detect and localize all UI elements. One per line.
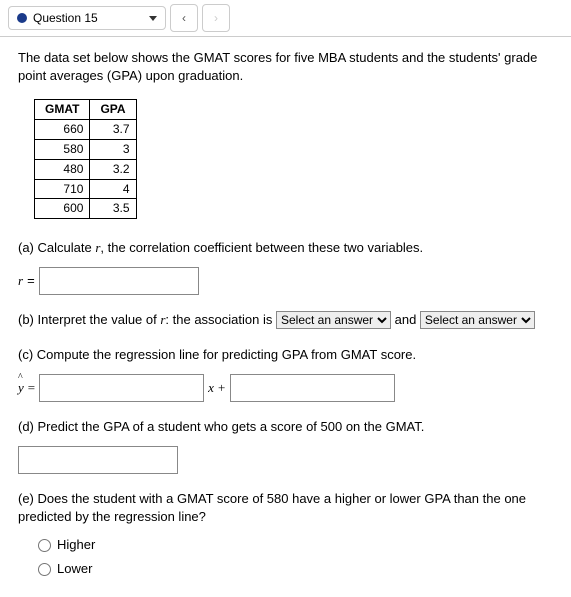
table-row: 6003.5 xyxy=(35,199,137,219)
radio-row: Lower xyxy=(38,560,553,578)
radio-lower[interactable] xyxy=(38,563,51,576)
table-header: GPA xyxy=(90,100,136,120)
part-d-answer-row xyxy=(18,446,553,474)
part-e-options: Higher Lower xyxy=(38,536,553,578)
part-a-answer-row: r = xyxy=(18,267,553,295)
question-intro: The data set below shows the GMAT scores… xyxy=(18,49,553,85)
prev-question-button[interactable]: ‹ xyxy=(170,4,198,32)
x-plus: x + xyxy=(208,379,226,397)
radio-higher[interactable] xyxy=(38,539,51,552)
data-table: GMAT GPA 6603.7 5803 4803.2 7104 6003.5 xyxy=(34,99,137,219)
table-row: 6603.7 xyxy=(35,120,137,140)
intercept-input[interactable] xyxy=(230,374,395,402)
var-yhat: ^ y xyxy=(18,379,24,397)
top-bar: Question 15 ‹ › xyxy=(0,0,571,37)
prediction-input[interactable] xyxy=(18,446,178,474)
part-e: (e) Does the student with a GMAT score o… xyxy=(18,490,553,526)
table-row: 7104 xyxy=(35,179,137,199)
var-r: r xyxy=(18,272,23,290)
chevron-left-icon: ‹ xyxy=(182,11,186,25)
slope-input[interactable] xyxy=(39,374,204,402)
question-dropdown[interactable]: Question 15 xyxy=(8,6,166,30)
next-question-button[interactable]: › xyxy=(202,4,230,32)
part-d: (d) Predict the GPA of a student who get… xyxy=(18,418,553,436)
table-row: 5803 xyxy=(35,139,137,159)
question-label: Question 15 xyxy=(33,11,98,25)
chevron-right-icon: › xyxy=(214,11,218,25)
status-dot-icon xyxy=(17,13,27,23)
table-header: GMAT xyxy=(35,100,90,120)
association-strength-select[interactable]: Select an answer xyxy=(276,311,391,329)
part-a: (a) Calculate r, the correlation coeffic… xyxy=(18,239,553,257)
radio-label: Lower xyxy=(57,560,92,578)
association-direction-select[interactable]: Select an answer xyxy=(420,311,535,329)
part-b: (b) Interpret the value of r: the associ… xyxy=(18,311,553,329)
table-row: 4803.2 xyxy=(35,159,137,179)
r-input[interactable] xyxy=(39,267,199,295)
question-body: The data set below shows the GMAT scores… xyxy=(0,37,571,597)
part-c: (c) Compute the regression line for pred… xyxy=(18,346,553,364)
chevron-down-icon xyxy=(149,16,157,21)
part-c-answer-row: ^ y = x + xyxy=(18,374,553,402)
